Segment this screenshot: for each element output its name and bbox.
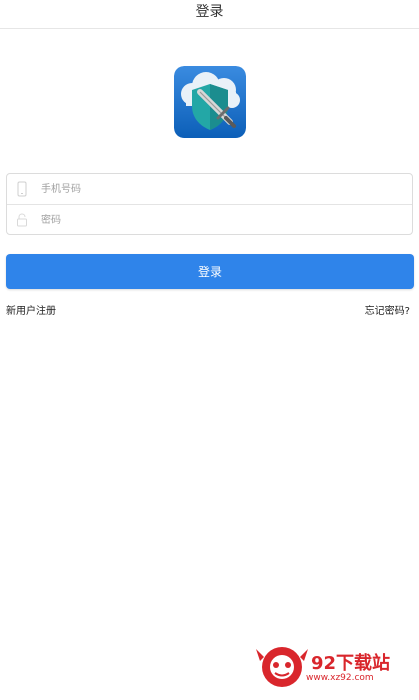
watermark-text: 92下载站 (311, 653, 391, 674)
watermark: 92下载站 www.xz92.com (250, 633, 419, 700)
watermark-logo-icon (256, 647, 308, 687)
lock-icon (17, 213, 27, 227)
login-form (6, 173, 413, 235)
app-logo (174, 66, 246, 138)
phone-input[interactable] (41, 174, 401, 204)
password-field-row (7, 205, 412, 235)
register-link[interactable]: 新用户注册 (6, 302, 56, 317)
watermark-url: www.xz92.com (306, 673, 374, 683)
top-bar: 登录 (0, 0, 419, 29)
forgot-password-link[interactable]: 忘记密码? (365, 302, 410, 317)
password-input[interactable] (41, 205, 401, 235)
phone-icon (17, 181, 27, 197)
phone-field-row (7, 174, 412, 204)
page-title: 登录 (195, 4, 224, 20)
login-button[interactable]: 登录 (6, 254, 414, 289)
